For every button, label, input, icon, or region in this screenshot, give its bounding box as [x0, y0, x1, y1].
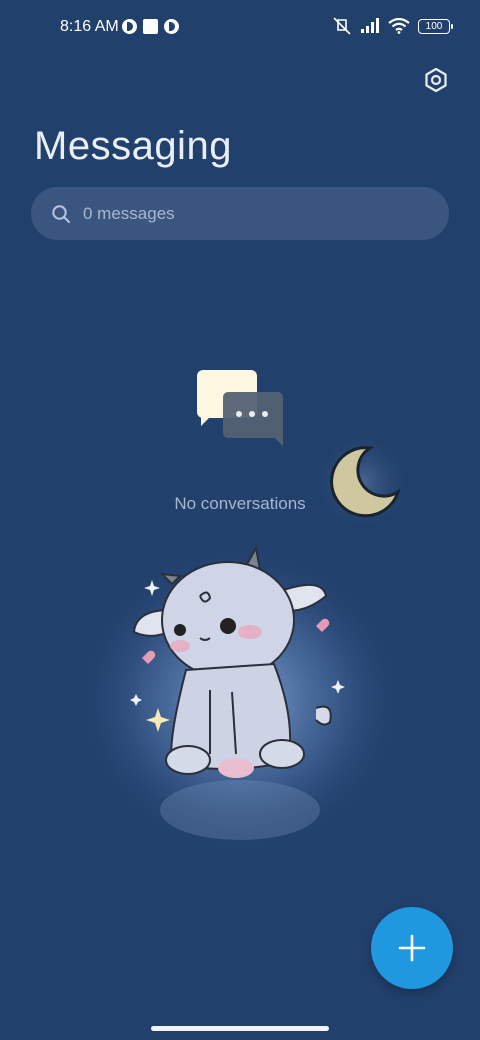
search-icon: [52, 204, 70, 223]
notification-app-icon: [122, 19, 137, 34]
signal-icon: [361, 18, 379, 33]
notification-icons: [122, 19, 179, 34]
search-bar[interactable]: [31, 187, 449, 240]
notification-app-icon-2: [164, 19, 179, 34]
status-time: 8:16 AM: [60, 18, 119, 35]
page-title: Messaging: [34, 124, 232, 168]
gear-icon: [425, 67, 447, 93]
home-indicator[interactable]: [151, 1026, 329, 1031]
search-input[interactable]: [83, 203, 403, 224]
plus-icon: [398, 934, 426, 962]
chat-bubbles-icon: [197, 370, 283, 446]
settings-button[interactable]: [422, 66, 450, 94]
moon-illustration: [312, 432, 412, 532]
goat-mascot-illustration: [70, 540, 410, 860]
battery-icon: 100: [418, 18, 453, 34]
notification-square-icon: [143, 19, 158, 34]
empty-state-text: No conversations: [174, 494, 306, 513]
system-icons: 100: [332, 17, 453, 35]
wifi-icon: [388, 18, 410, 34]
status-bar: 8:16 AM 100: [0, 0, 480, 56]
messaging-screen: 8:16 AM 100 Messaging 0 messages No conv…: [0, 0, 480, 1040]
mute-vibrate-icon: [333, 17, 351, 35]
new-conversation-button[interactable]: [371, 907, 453, 989]
